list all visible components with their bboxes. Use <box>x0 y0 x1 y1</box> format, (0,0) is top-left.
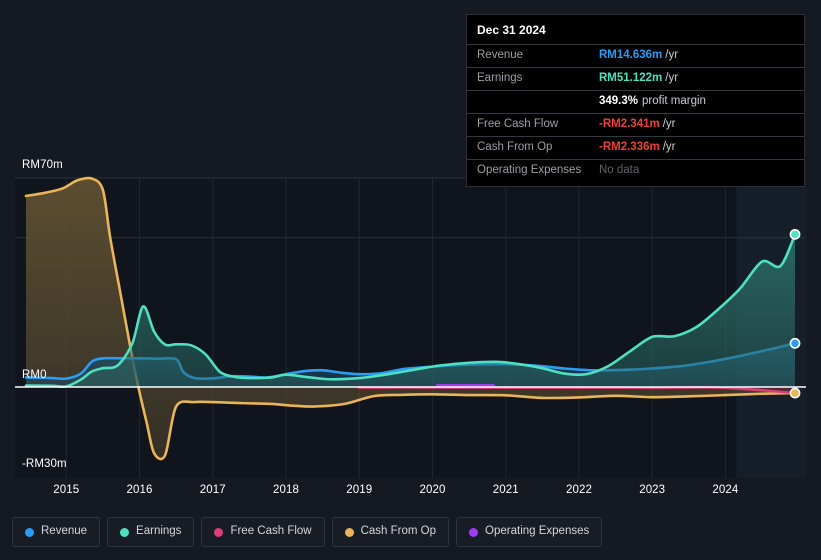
tooltip-row-value: RM14.636m <box>599 49 663 61</box>
x-axis-tick-2017: 2017 <box>199 484 226 496</box>
legend-item-earnings[interactable]: Earnings <box>107 517 195 547</box>
legend-item-label: Revenue <box>41 525 88 538</box>
legend-dot-icon <box>25 527 34 537</box>
tooltip-row: Free Cash Flow -RM2.341m/yr <box>467 113 804 136</box>
y-axis-tick-top: RM70m <box>22 159 63 171</box>
plot-background <box>15 178 806 478</box>
tooltip-row: 349.3% profit margin <box>467 90 804 113</box>
endpoint-marker-earnings <box>789 228 801 240</box>
legend-item-free-cash-flow[interactable]: Free Cash Flow <box>201 517 325 547</box>
legend-item-revenue[interactable]: Revenue <box>12 517 101 547</box>
x-axis-tick-2020: 2020 <box>419 484 446 496</box>
tooltip-row-label: Revenue <box>477 49 524 61</box>
legend-item-label: Cash From Op <box>360 525 437 538</box>
tooltip-row-label: Free Cash Flow <box>477 118 559 130</box>
tooltip-date: Dec 31 2024 <box>477 23 546 37</box>
chart-legend[interactable]: Revenue Earnings Free Cash Flow Cash From O… <box>12 517 603 547</box>
legend-dot-icon <box>469 527 479 537</box>
x-axis-tick-2015: 2015 <box>53 484 80 496</box>
tooltip-row-unit: /yr <box>662 118 676 130</box>
tooltip-row-unit: /yr <box>662 141 676 153</box>
tooltip-row-label: Cash From Op <box>477 141 553 153</box>
x-axis-tick-2018: 2018 <box>272 484 299 496</box>
tooltip-row: Revenue RM14.636m/yr <box>467 44 804 67</box>
tooltip-row-value: RM51.122m <box>599 72 663 84</box>
tooltip-row-label: Operating Expenses <box>477 164 582 176</box>
tooltip-row: Earnings RM51.122m/yr <box>467 67 804 90</box>
tooltip-row: Cash From Op -RM2.336m/yr <box>467 136 804 159</box>
tooltip-row-unit: /yr <box>665 49 679 61</box>
legend-dot-icon <box>214 527 224 537</box>
x-axis-tick-2016: 2016 <box>126 484 153 496</box>
x-axis-tick-2023: 2023 <box>639 484 666 496</box>
chart-tooltip: Dec 31 2024 Revenue RM14.636m/yr Earnings R… <box>466 14 805 187</box>
tooltip-row-unit: /yr <box>665 72 679 84</box>
tooltip-row-label: Earnings <box>477 72 523 84</box>
x-axis-tick-2019: 2019 <box>346 484 373 496</box>
y-axis-tick-bottom: -RM30m <box>22 458 67 470</box>
x-axis-tick-2024: 2024 <box>712 484 739 496</box>
tooltip-row-value: 349.3% <box>599 95 639 107</box>
endpoint-marker-revenue <box>789 337 801 349</box>
legend-dot-icon <box>120 527 130 537</box>
legend-item-cash-from-op[interactable]: Cash From Op <box>331 517 450 547</box>
endpoint-marker-cash-from-op <box>789 387 801 399</box>
x-axis-tick-2021: 2021 <box>492 484 519 496</box>
tooltip-rows: Revenue RM14.636m/yr Earnings RM51.122m/yr 3… <box>467 44 804 182</box>
legend-item-label: Operating Expenses <box>485 525 590 538</box>
tooltip-row-value: -RM2.336m <box>599 141 660 153</box>
tooltip-row-suffix: profit margin <box>642 95 706 107</box>
x-axis-tick-2022: 2022 <box>565 484 592 496</box>
legend-dot-icon <box>344 527 354 537</box>
tooltip-row-value: -RM2.341m <box>599 118 660 130</box>
legend-item-operating-expenses[interactable]: Operating Expenses <box>456 517 603 547</box>
legend-item-label: Earnings <box>136 525 182 538</box>
tooltip-row: Operating Expenses No data <box>467 159 804 182</box>
legend-item-label: Free Cash Flow <box>230 525 312 538</box>
tooltip-row-value: No data <box>599 164 640 176</box>
y-axis-tick-zero: RM0 <box>22 369 47 381</box>
